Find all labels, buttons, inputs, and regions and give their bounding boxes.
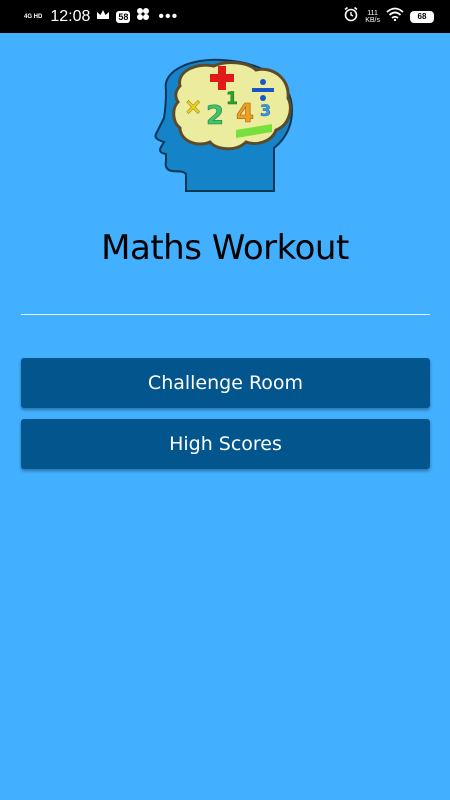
page-title: Maths Workout: [101, 228, 349, 268]
wifi-icon: [386, 7, 404, 26]
network-speed-value: 111: [367, 9, 378, 17]
brain-head-logo-icon: 1 2 4 3 ×: [154, 58, 294, 192]
fan-icon: [136, 7, 150, 26]
app-badge: 58: [116, 10, 131, 23]
network-speed: 111 KB/s: [365, 10, 380, 24]
alarm-icon: [343, 6, 359, 27]
status-time: 12:08: [50, 7, 91, 25]
high-scores-button[interactable]: High Scores: [21, 419, 430, 469]
status-bar-right: 111 KB/s 68: [343, 6, 434, 27]
svg-text:2: 2: [206, 101, 224, 131]
status-bar: 4G HD 12:08 58 ••• 111 KB/s 68: [0, 0, 450, 33]
more-notifications-icon: •••: [158, 7, 179, 25]
network-speed-unit: KB/s: [365, 16, 380, 24]
divider: [21, 314, 430, 315]
svg-text:×: ×: [184, 95, 202, 120]
app-logo: 1 2 4 3 ×: [152, 58, 298, 193]
network-type: 4G HD: [24, 13, 43, 20]
status-bar-left: 4G HD 12:08 58 •••: [24, 7, 178, 26]
svg-text:3: 3: [260, 101, 271, 120]
challenge-room-button[interactable]: Challenge Room: [21, 358, 430, 408]
battery-icon: 68: [410, 10, 434, 23]
svg-text:4: 4: [236, 99, 254, 129]
crown-icon: [96, 8, 110, 26]
